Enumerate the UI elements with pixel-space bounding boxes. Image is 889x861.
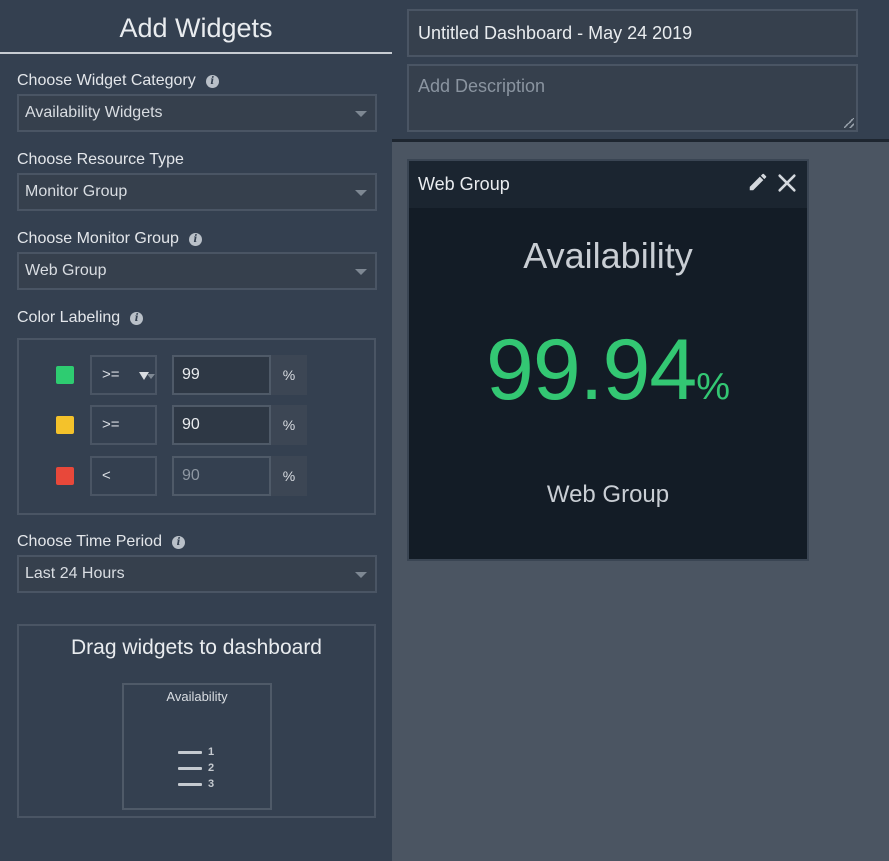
monitor-group-label-text: Choose Monitor Group	[17, 230, 179, 247]
widget-category-value: Availability Widgets	[25, 104, 163, 121]
widget-footer: Web Group	[546, 481, 670, 508]
monitor-group-select[interactable]: Web Group	[17, 252, 377, 290]
availability-unit: %	[696, 366, 730, 408]
yellow-swatch	[56, 416, 74, 434]
color-row: >= 99 %	[19, 355, 374, 395]
monitor-group-label: Choose Monitor Group i	[17, 228, 202, 250]
info-icon[interactable]: i	[171, 535, 185, 549]
color-labeling-label-text: Color Labeling	[17, 309, 121, 326]
drag-widgets-title: Drag widgets to dashboard	[71, 636, 322, 659]
resize-grip-icon[interactable]	[844, 118, 854, 128]
color-labeling-label: Color Labeling i	[17, 307, 144, 329]
availability-widget-card[interactable]: Web Group Availability 99.94% Web Group	[407, 159, 809, 561]
info-icon[interactable]: i	[188, 232, 202, 246]
widget-category-select[interactable]: Availability Widgets	[17, 94, 377, 132]
green-swatch	[56, 366, 74, 384]
availability-value: 99.94%	[409, 321, 807, 420]
time-period-select[interactable]: Last 24 Hours	[17, 555, 377, 593]
widget-category-label-text: Choose Widget Category	[17, 72, 196, 89]
resource-type-select[interactable]: Monitor Group	[17, 173, 377, 211]
operator-value: <	[102, 467, 111, 484]
resource-type-label-text: Choose Resource Type	[17, 151, 184, 168]
percent-unit: %	[271, 355, 307, 395]
panel-title: Add Widgets	[0, 0, 392, 54]
widget-category-label: Choose Widget Category i	[17, 70, 219, 92]
tile-item-number: 2	[208, 762, 215, 774]
tile-item-number: 3	[208, 778, 215, 790]
red-swatch	[56, 467, 74, 485]
tile-title: Availability	[166, 689, 228, 704]
time-period-label: Choose Time Period i	[17, 531, 185, 553]
operator-field: >=	[90, 405, 157, 445]
threshold-input[interactable]: 99	[172, 355, 271, 395]
chevron-down-icon	[147, 374, 155, 379]
chevron-down-icon	[355, 572, 367, 578]
list-line-icon	[178, 751, 202, 754]
color-row: >= 90 %	[19, 405, 374, 445]
time-period-label-text: Choose Time Period	[17, 533, 162, 550]
add-widgets-panel: Add Widgets Choose Widget Category i Ava…	[0, 0, 392, 861]
close-icon[interactable]	[776, 172, 798, 194]
widget-heading: Availability	[523, 235, 693, 276]
chevron-down-icon	[355, 269, 367, 275]
dashboard-title-input[interactable]: Untitled Dashboard - May 24 2019	[407, 9, 858, 57]
dashboard-header: Untitled Dashboard - May 24 2019 Add Des…	[392, 0, 889, 142]
info-icon[interactable]: i	[130, 311, 144, 325]
percent-unit: %	[271, 456, 307, 496]
percent-unit: %	[271, 405, 307, 445]
chevron-down-icon	[355, 190, 367, 196]
chevron-down-icon	[355, 111, 367, 117]
operator-select[interactable]: >=	[90, 355, 157, 395]
operator-value: >=	[102, 366, 120, 383]
resource-type-label: Choose Resource Type	[17, 149, 184, 171]
description-placeholder: Add Description	[418, 76, 546, 96]
threshold-input[interactable]: 90	[172, 405, 271, 445]
availability-number: 99.94	[485, 322, 697, 418]
color-labeling-box: >= 99 % >= 90 % < 90 %	[17, 338, 376, 515]
color-row: < 90 %	[19, 456, 374, 496]
threshold-input-disabled: 90	[172, 456, 271, 496]
widget-header: Web Group	[409, 161, 807, 208]
time-period-value: Last 24 Hours	[25, 565, 125, 582]
monitor-group-value: Web Group	[25, 262, 107, 279]
tile-item-number: 1	[208, 746, 215, 758]
operator-value: >=	[102, 416, 120, 433]
drag-widgets-area: Drag widgets to dashboard Availability 1…	[17, 624, 376, 818]
list-line-icon	[178, 783, 202, 786]
pencil-icon[interactable]	[747, 171, 769, 193]
operator-field: <	[90, 456, 157, 496]
resource-type-value: Monitor Group	[25, 183, 128, 200]
availability-widget-tile[interactable]: Availability 1 2 3	[122, 683, 272, 810]
info-icon[interactable]: i	[205, 74, 219, 88]
widget-title: Web Group	[418, 174, 510, 194]
dashboard-description-input[interactable]: Add Description	[407, 64, 858, 132]
list-line-icon	[178, 767, 202, 770]
